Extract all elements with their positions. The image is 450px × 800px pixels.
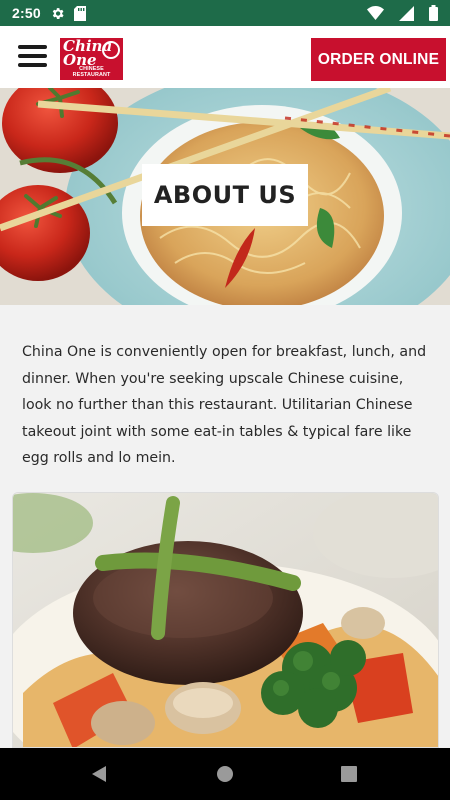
system-nav-bar bbox=[0, 748, 450, 800]
home-icon[interactable] bbox=[213, 762, 237, 786]
steak-dish-image bbox=[13, 493, 438, 747]
hero-banner: ABOUT US bbox=[0, 88, 450, 305]
order-online-button[interactable]: ORDER ONLINE bbox=[311, 38, 446, 81]
site-header: China One CHINESE RESTAURANT ORDER ONLIN… bbox=[0, 26, 450, 88]
menu-icon[interactable] bbox=[18, 45, 47, 67]
cell-signal-icon bbox=[399, 5, 414, 21]
about-description: China One is conveniently open for break… bbox=[22, 344, 427, 466]
china-one-logo[interactable]: China One CHINESE RESTAURANT bbox=[60, 38, 123, 80]
back-icon[interactable] bbox=[87, 762, 111, 786]
logo-tagline: CHINESE RESTAURANT bbox=[72, 66, 111, 78]
gear-icon bbox=[50, 6, 65, 21]
wifi-icon bbox=[367, 6, 384, 20]
main-content: China One is conveniently open for break… bbox=[0, 305, 450, 748]
status-bar: 2:50 bbox=[0, 0, 450, 26]
about-us-box: ABOUT US bbox=[142, 164, 308, 226]
recents-icon[interactable] bbox=[337, 762, 361, 786]
page-title: ABOUT US bbox=[153, 181, 297, 209]
battery-icon bbox=[429, 5, 438, 21]
food-photo-card bbox=[12, 492, 439, 748]
logo-emblem-icon bbox=[102, 41, 120, 59]
sd-card-icon bbox=[73, 5, 86, 21]
status-time: 2:50 bbox=[12, 5, 41, 21]
